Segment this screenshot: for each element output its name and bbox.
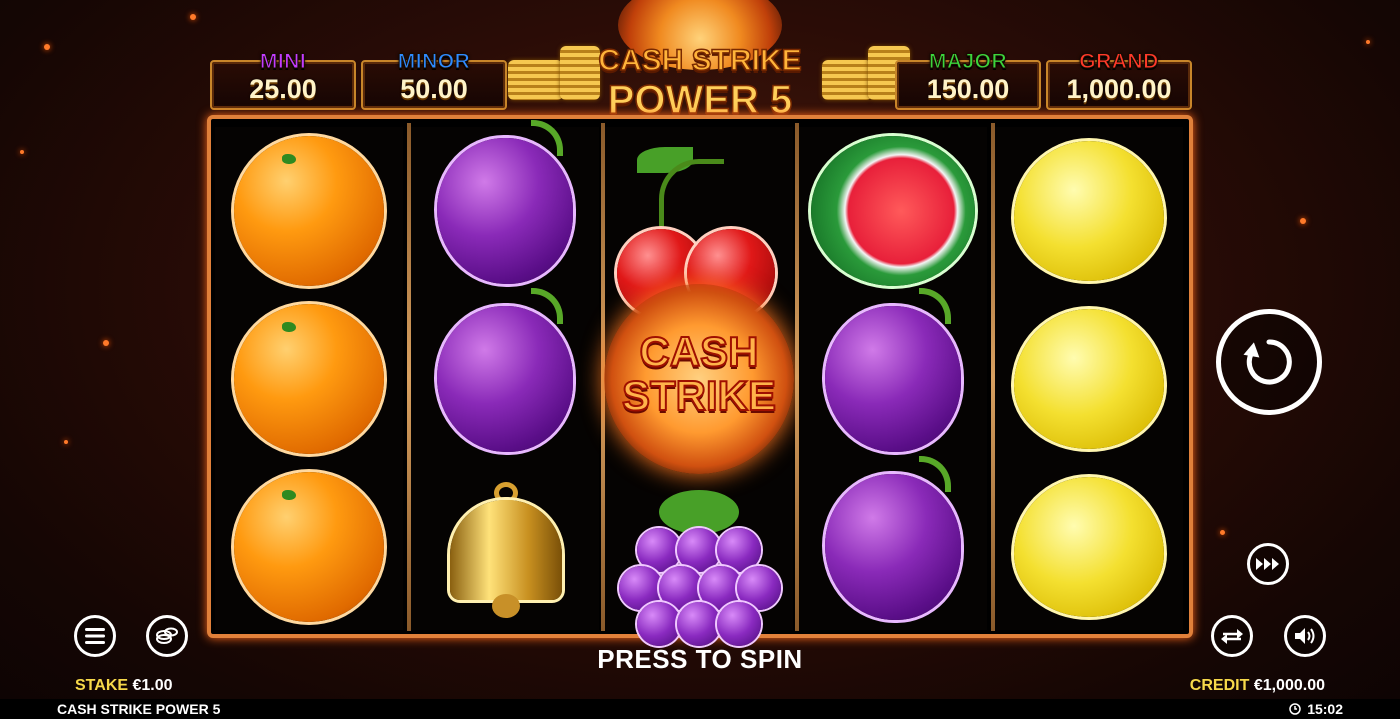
cash-strike-text-1: CASH bbox=[638, 327, 759, 376]
reel-frame: CASH STRIKE bbox=[207, 115, 1193, 646]
lemon-symbol bbox=[1014, 309, 1164, 449]
plum-symbol bbox=[825, 288, 961, 452]
game-name: CASH STRIKE POWER 5 bbox=[57, 701, 221, 717]
jackpot-value: 150.00 bbox=[926, 74, 1010, 104]
orange-symbol bbox=[234, 304, 384, 454]
watermelon-symbol bbox=[811, 136, 975, 286]
jackpot-label: MAJOR bbox=[928, 50, 1008, 74]
jackpot-major: MAJOR 150.00 bbox=[895, 50, 1041, 110]
turbo-button[interactable] bbox=[1247, 543, 1289, 585]
jackpot-value: 50.00 bbox=[400, 74, 468, 104]
spin-icon bbox=[1243, 339, 1292, 385]
speaker-icon bbox=[1295, 628, 1315, 644]
autoplay-icon bbox=[1221, 629, 1243, 644]
plum-symbol bbox=[437, 288, 573, 452]
lemon-symbol bbox=[1014, 141, 1164, 281]
jackpot-minor: MINOR 50.00 bbox=[361, 50, 507, 110]
press-to-spin-text: PRESS TO SPIN bbox=[597, 644, 803, 674]
plum-symbol bbox=[825, 456, 961, 620]
stake-display: STAKE €1.00 bbox=[75, 677, 173, 695]
clock-time: 15:02 bbox=[1307, 701, 1343, 717]
clock-icon bbox=[1289, 703, 1301, 715]
reel-4 bbox=[799, 127, 987, 630]
ember-particle bbox=[64, 440, 68, 444]
credit-value: €1,000.00 bbox=[1253, 677, 1325, 694]
reel-cell bbox=[411, 120, 599, 295]
reel-cell bbox=[799, 127, 987, 295]
reel-cell bbox=[799, 288, 987, 463]
ember-particle bbox=[1366, 40, 1370, 44]
fast-forward-icon bbox=[1256, 558, 1279, 570]
cash-strike-text-2: STRIKE bbox=[621, 371, 777, 420]
orange-symbol bbox=[234, 136, 384, 286]
orange-symbol bbox=[234, 472, 384, 622]
credit-label: CREDIT bbox=[1189, 677, 1250, 694]
reel-3: CASH STRIKE bbox=[604, 127, 794, 646]
jackpot-label: GRAND bbox=[1079, 50, 1159, 74]
reel-cell bbox=[411, 463, 599, 631]
menu-icon bbox=[85, 628, 105, 644]
lemon-symbol bbox=[1014, 477, 1164, 617]
jackpot-label: MINI bbox=[259, 50, 307, 74]
ember-particle bbox=[20, 150, 24, 154]
clock: 15:02 bbox=[1289, 701, 1343, 717]
reel-cell bbox=[995, 295, 1183, 463]
game-logo-line1: CASH STRIKE bbox=[598, 43, 803, 78]
bell-symbol bbox=[442, 482, 568, 618]
reel-cell bbox=[995, 127, 1183, 295]
reel-cell bbox=[411, 288, 599, 463]
jackpot-value: 25.00 bbox=[249, 74, 317, 104]
reel-cell bbox=[995, 463, 1183, 631]
reel-1 bbox=[215, 127, 403, 630]
reel-cell: CASH STRIKE bbox=[604, 284, 794, 474]
reel-5 bbox=[995, 127, 1183, 630]
ember-particle bbox=[103, 340, 109, 346]
jackpot-value: 1,000.00 bbox=[1066, 74, 1172, 104]
ember-particle bbox=[1220, 530, 1225, 535]
stake-label: STAKE bbox=[75, 677, 129, 694]
jackpot-label: MINOR bbox=[397, 50, 471, 74]
jackpot-mini: MINI 25.00 bbox=[210, 50, 356, 110]
reel-cell bbox=[215, 463, 403, 631]
ember-particle bbox=[44, 44, 50, 50]
reel-cell bbox=[215, 127, 403, 295]
jackpot-grand: GRAND 1,000.00 bbox=[1046, 50, 1192, 110]
coin-stack bbox=[508, 60, 563, 100]
ember-particle bbox=[190, 14, 196, 20]
reel-2 bbox=[411, 120, 599, 631]
reel-cell bbox=[605, 463, 793, 646]
cash-strike-symbol: CASH STRIKE bbox=[604, 284, 794, 474]
reel-cell bbox=[605, 127, 793, 317]
plum-symbol bbox=[437, 120, 573, 284]
stake-value: €1.00 bbox=[132, 677, 173, 694]
credit-display: CREDIT €1,000.00 bbox=[1190, 677, 1325, 695]
reel-cell bbox=[215, 295, 403, 463]
reel-cell bbox=[799, 456, 987, 631]
ember-particle bbox=[1300, 218, 1306, 224]
spin-button[interactable] bbox=[1216, 309, 1322, 415]
